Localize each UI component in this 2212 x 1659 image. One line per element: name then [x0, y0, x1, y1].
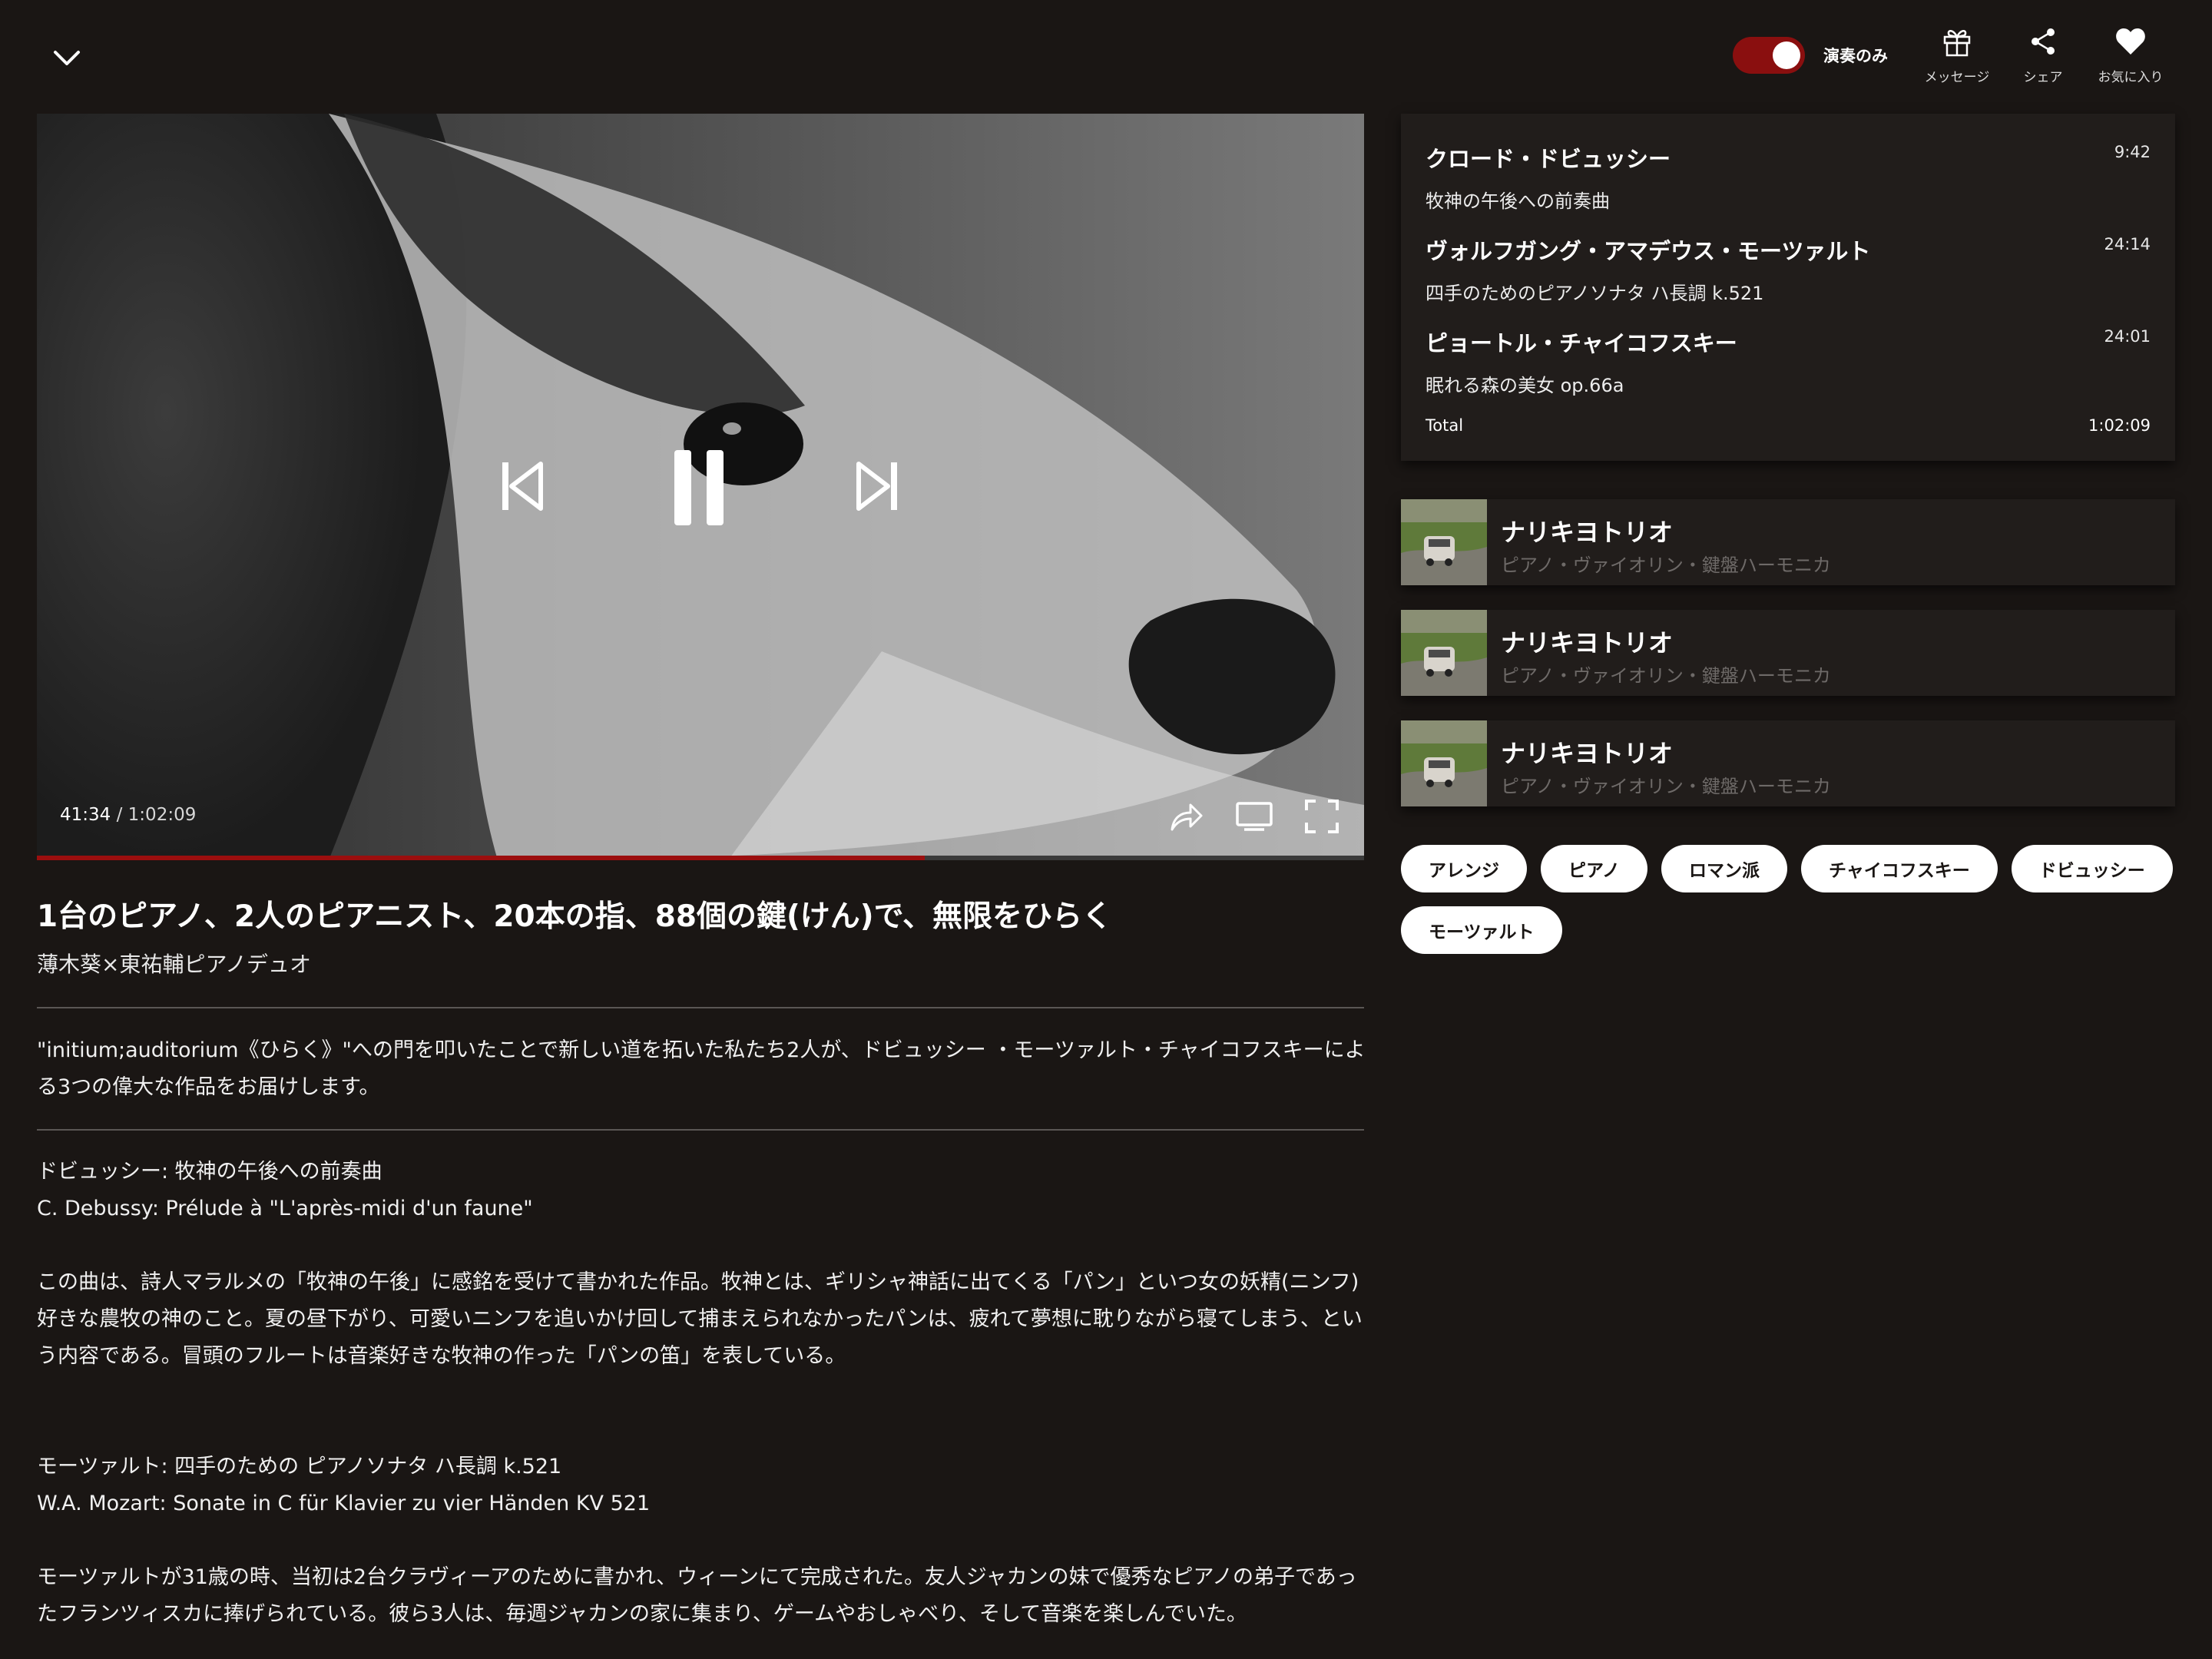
tag-list: アレンジ ピアノ ロマン派 チャイコフスキー ドビュッシー モーツァルト — [1401, 845, 2175, 954]
mozart-notes: モーツァルトが31歳の時、当初は2台クラヴィーアのために書かれ、ウィーンにて完成… — [37, 1565, 1357, 1626]
recommendation-card[interactable]: ナリキヨトリオ ピアノ・ヴァイオリン・鍵盤ハーモニカ — [1401, 720, 2175, 806]
track-item[interactable]: クロード・ドビュッシー 牧神の午後への前奏曲 9:42 — [1426, 141, 2151, 213]
share-arrow-icon[interactable] — [1169, 799, 1204, 834]
tag-chip[interactable]: アレンジ — [1401, 845, 1527, 892]
collapse-chevron-icon[interactable] — [48, 40, 86, 78]
divider — [37, 1007, 1364, 1008]
fullscreen-icon[interactable] — [1304, 799, 1339, 834]
tag-chip[interactable]: モーツァルト — [1401, 906, 1562, 954]
tag-chip[interactable]: ピアノ — [1541, 845, 1647, 892]
message-button[interactable]: メッセージ — [1911, 25, 2003, 85]
current-time: 41:34 — [60, 805, 111, 825]
tag-chip[interactable]: ロマン派 — [1661, 845, 1787, 892]
recommendation-card[interactable]: ナリキヨトリオ ピアノ・ヴァイオリン・鍵盤ハーモニカ — [1401, 610, 2175, 696]
time-separator: / — [111, 805, 128, 825]
recommendation-title: ナリキヨトリオ — [1501, 628, 1674, 657]
recommendation-thumbnail — [1401, 720, 1487, 806]
mozart-title-jp: モーツァルト: 四手のための ピアノソナタ ハ長調 k.521 — [37, 1455, 562, 1479]
total-row: Total 1:02:09 — [1426, 416, 2151, 435]
track-composer: ヴォルフガング・アマデウス・モーツァルト — [1426, 238, 1871, 264]
mozart-title-en: W.A. Mozart: Sonate in C für Klavier zu … — [37, 1492, 651, 1515]
recommendation-title: ナリキヨトリオ — [1501, 739, 1674, 768]
divider — [37, 1129, 1364, 1131]
track-duration: 24:01 — [2104, 327, 2151, 346]
track-item[interactable]: ヴォルフガング・アマデウス・モーツァルト 四手のためのピアノソナタ ハ長調 k.… — [1426, 233, 2151, 305]
video-player[interactable]: 41:34 / 1:02:09 — [37, 114, 1364, 860]
track-composer: ピョートル・チャイコフスキー — [1426, 330, 1737, 356]
total-label: Total — [1426, 416, 1464, 435]
recommendation-card[interactable]: ナリキヨトリオ ピアノ・ヴァイオリン・鍵盤ハーモニカ — [1401, 499, 2175, 585]
performance-only-toggle[interactable] — [1733, 37, 1805, 74]
share-label: シェア — [2023, 70, 2063, 85]
debussy-title-jp: ドビュッシー: 牧神の午後への前奏曲 — [37, 1160, 382, 1184]
next-track-icon[interactable] — [856, 461, 899, 512]
total-duration: 1:02:09 — [2088, 416, 2151, 435]
favorite-button[interactable]: お気に入り — [2085, 25, 2177, 85]
track-composer: クロード・ドビュッシー — [1426, 146, 1671, 172]
share-icon — [2032, 28, 2055, 55]
share-button[interactable]: シェア — [1997, 25, 2089, 85]
cast-screen-icon[interactable] — [1235, 799, 1273, 834]
track-item[interactable]: ピョートル・チャイコフスキー 眠れる森の美女 op.66a 24:01 — [1426, 326, 2151, 397]
toggle-label: 演奏のみ — [1823, 47, 1888, 65]
progress-bar-fill — [37, 856, 925, 860]
recommendation-thumbnail — [1401, 610, 1487, 696]
previous-track-icon[interactable] — [501, 461, 544, 512]
track-work: 四手のためのピアノソナタ ハ長調 k.521 — [1426, 283, 1764, 304]
program-notes: ドビュッシー: 牧神の午後への前奏曲 C. Debussy: Prélude à… — [37, 1154, 1373, 1633]
video-title: 1台のピアノ、2人のピアニスト、20本の指、88個の鍵(けん)で、無限をひらく — [37, 899, 1113, 934]
tag-chip[interactable]: チャイコフスキー — [1800, 845, 1998, 892]
recommendation-subtitle: ピアノ・ヴァイオリン・鍵盤ハーモニカ — [1501, 665, 1831, 687]
video-description: "initium;auditorium《ひらく》"への門を叩いたことで新しい道を… — [37, 1038, 1366, 1099]
tag-chip[interactable]: ドビュッシー — [2011, 845, 2173, 892]
tracklist-card: クロード・ドビュッシー 牧神の午後への前奏曲 9:42 ヴォルフガング・アマデウ… — [1401, 114, 2175, 461]
track-work: 牧神の午後への前奏曲 — [1426, 190, 1610, 212]
debussy-notes: この曲は、詩人マラルメの「牧神の午後」に感銘を受けて書かれた作品。牧神とは、ギリ… — [37, 1270, 1363, 1368]
playback-time: 41:34 / 1:02:09 — [60, 805, 196, 825]
pause-icon[interactable] — [673, 449, 725, 527]
recommendation-title: ナリキヨトリオ — [1501, 518, 1674, 547]
recommendation-thumbnail — [1401, 499, 1487, 585]
duration: 1:02:09 — [127, 805, 197, 825]
performance-only-toggle-group: 演奏のみ — [1733, 37, 1888, 74]
track-work: 眠れる森の美女 op.66a — [1426, 375, 1624, 396]
message-label: メッセージ — [1924, 70, 1990, 85]
track-duration: 9:42 — [2114, 143, 2151, 161]
artist-name[interactable]: 薄木葵×東祐輔ピアノデュオ — [37, 948, 311, 979]
track-duration: 24:14 — [2104, 235, 2151, 253]
progress-bar[interactable] — [37, 856, 1364, 860]
debussy-title-en: C. Debussy: Prélude à "L'après-midi d'un… — [37, 1197, 533, 1220]
gift-icon — [1943, 30, 1971, 57]
recommendation-subtitle: ピアノ・ヴァイオリン・鍵盤ハーモニカ — [1501, 776, 1831, 797]
heart-icon — [2116, 28, 2145, 55]
recommendation-subtitle: ピアノ・ヴァイオリン・鍵盤ハーモニカ — [1501, 555, 1831, 576]
toggle-knob — [1773, 41, 1800, 69]
favorite-label: お気に入り — [2098, 70, 2164, 85]
